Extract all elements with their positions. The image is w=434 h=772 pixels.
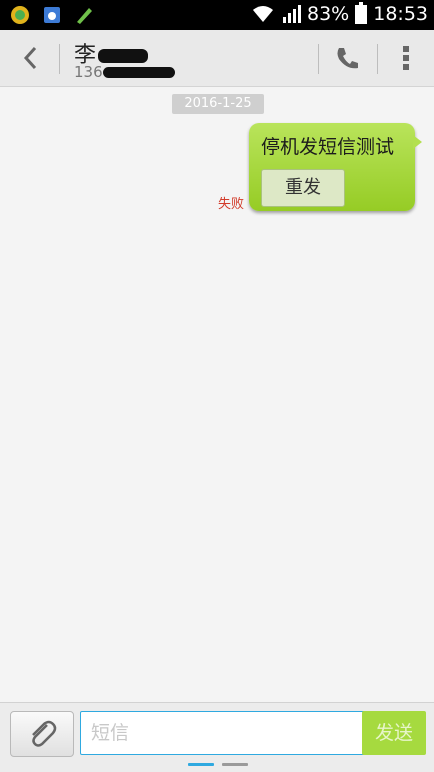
send-failed-label: 失败 [218,197,245,212]
compose-bar: 发送 [0,702,434,772]
conversation-header: 李 136 [0,30,434,87]
page-indicator [222,763,248,766]
page-indicator-active [188,763,214,766]
phone-icon [337,48,358,69]
more-vert-icon [403,46,409,70]
message-bubble[interactable]: 停机发短信测试 重发 [249,123,422,211]
message-list[interactable]: 2016-1-25 失败 停机发短信测试 重发 [0,87,434,702]
wifi-icon [253,6,273,22]
more-options-button[interactable] [388,40,424,76]
date-separator: 2016-1-25 [172,94,264,114]
camera-notification-icon [44,7,60,23]
status-indicators: 83% 18:53 [251,1,428,25]
attach-button[interactable] [10,711,74,757]
paperclip-icon [32,720,57,747]
redacted-number [102,67,175,78]
signal-icon [283,5,301,23]
header-divider [377,44,378,74]
back-button[interactable] [8,38,52,78]
contact-number-text: 136 [74,63,103,81]
clock: 18:53 [373,3,428,25]
header-divider [318,44,319,74]
app-notification-icon [11,6,29,24]
message-text: 停机发短信测试 [261,136,395,158]
send-button[interactable]: 发送 [362,711,426,755]
contact-number: 136 [74,63,175,81]
battery-icon [355,1,368,24]
status-bar: 83% 18:53 [0,0,434,30]
redacted-name [98,49,149,63]
pen-notification-icon [77,8,92,24]
header-divider [59,44,60,74]
back-arrow-icon [23,46,37,70]
resend-button[interactable]: 重发 [261,169,345,207]
notification-icons [10,5,94,25]
call-button[interactable] [327,40,367,76]
battery-percent: 83% [307,3,350,25]
message-input[interactable] [80,711,374,755]
